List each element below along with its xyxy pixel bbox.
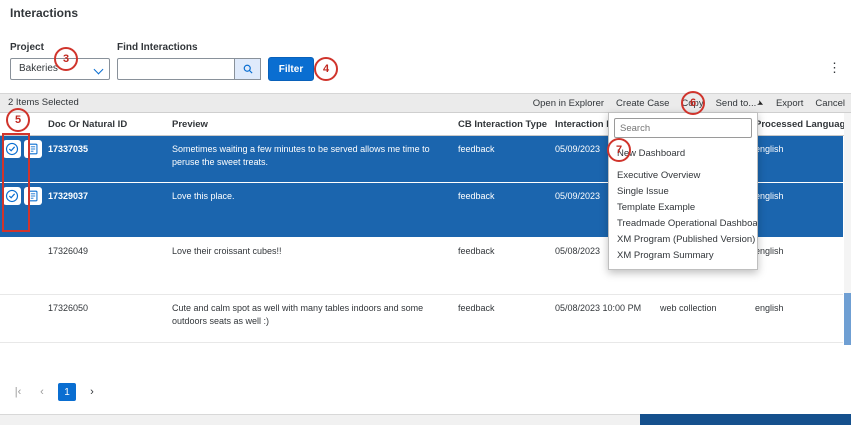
- row-icons: [3, 187, 42, 205]
- previous-page-button[interactable]: ‹: [34, 383, 50, 401]
- toolbar-actions: Open in Explorer Create Case Copy Send t…: [533, 94, 845, 112]
- row-icons: [3, 140, 42, 158]
- send-to-menu-search-input[interactable]: [614, 118, 752, 138]
- interactions-page: Interactions Project Bakeries Find Inter…: [0, 0, 851, 425]
- copy-button[interactable]: Copy: [681, 98, 703, 109]
- column-header-doc-id[interactable]: Doc Or Natural ID: [48, 119, 127, 130]
- menu-item-executive-overview[interactable]: Executive Overview: [609, 167, 757, 183]
- current-page-button[interactable]: 1: [58, 383, 76, 401]
- cursor-arrow-icon: ➤: [756, 98, 766, 109]
- search-icon: [242, 63, 254, 75]
- export-button[interactable]: Export: [776, 98, 803, 109]
- row-source: web collection: [660, 302, 750, 315]
- row-language: english: [755, 302, 841, 315]
- row-language: english: [755, 245, 841, 258]
- menu-item-xm-program-summary[interactable]: XM Program Summary: [609, 247, 757, 263]
- project-label: Project: [10, 42, 44, 53]
- row-doc-id: 17326049: [48, 245, 160, 258]
- row-interaction-date: 05/08/2023 10:00 PM: [555, 302, 655, 315]
- filter-bar: Project Bakeries Find Interactions Filte…: [0, 26, 851, 92]
- project-select-value: Bakeries: [19, 63, 58, 74]
- document-icon[interactable]: [24, 140, 42, 158]
- menu-item-single-issue[interactable]: Single Issue: [609, 183, 757, 199]
- row-language: english: [755, 190, 841, 203]
- find-interactions-label: Find Interactions: [117, 42, 198, 53]
- selected-count: 2 Items Selected: [8, 97, 79, 108]
- first-page-button[interactable]: |‹: [10, 383, 26, 401]
- row-doc-id: 17326050: [48, 302, 160, 315]
- page-title: Interactions: [10, 6, 78, 20]
- search-button[interactable]: [235, 58, 261, 80]
- row-interaction-type: feedback: [458, 245, 550, 258]
- overflow-menu-icon[interactable]: ⋮: [828, 56, 841, 80]
- send-to-button[interactable]: Send to...➤: [716, 98, 764, 109]
- row-interaction-type: feedback: [458, 302, 550, 315]
- send-to-menu: New Dashboard Executive Overview Single …: [608, 112, 758, 270]
- menu-item-treadmade-operational-dashboard[interactable]: Treadmade Operational Dashboard: [609, 215, 757, 231]
- send-to-menu-list: New Dashboard Executive Overview Single …: [609, 143, 757, 269]
- row-preview: Sometimes waiting a few minutes to be se…: [172, 143, 454, 168]
- cancel-button[interactable]: Cancel: [815, 98, 845, 109]
- chevron-down-icon: [94, 65, 104, 75]
- column-header-processed-language[interactable]: Processed Language: [755, 119, 851, 130]
- row-interaction-type: feedback: [458, 190, 550, 203]
- filter-button[interactable]: Filter: [268, 57, 314, 81]
- row-doc-id: 17337035: [48, 143, 160, 156]
- page-header: Interactions: [0, 0, 851, 27]
- row-interaction-type: feedback: [458, 143, 550, 156]
- menu-item-new-dashboard[interactable]: New Dashboard: [609, 145, 757, 161]
- next-page-button[interactable]: ›: [84, 383, 100, 401]
- footer-accent: [640, 414, 851, 425]
- menu-item-template-example[interactable]: Template Example: [609, 199, 757, 215]
- row-preview: Cute and calm spot as well with many tab…: [172, 302, 454, 327]
- selected-check-circle-icon[interactable]: [3, 187, 21, 205]
- scrollbar-thumb[interactable]: [844, 293, 851, 345]
- row-language: english: [755, 143, 841, 156]
- find-interactions-input[interactable]: [117, 58, 235, 80]
- create-case-button[interactable]: Create Case: [616, 98, 669, 109]
- column-header-preview[interactable]: Preview: [172, 119, 208, 130]
- project-select[interactable]: Bakeries: [10, 58, 110, 80]
- row-doc-id: 17329037: [48, 190, 160, 203]
- menu-item-xm-program-published[interactable]: XM Program (Published Version): [609, 231, 757, 247]
- open-in-explorer-button[interactable]: Open in Explorer: [533, 98, 604, 109]
- pagination: |‹ ‹ 1 ›: [10, 383, 100, 401]
- row-preview: Love this place.: [172, 190, 454, 203]
- selected-check-circle-icon[interactable]: [3, 140, 21, 158]
- document-icon[interactable]: [24, 187, 42, 205]
- column-header-interaction-type[interactable]: CB Interaction Type: [458, 119, 547, 130]
- row-preview: Love their croissant cubes!!: [172, 245, 454, 258]
- selection-toolbar: 2 Items Selected Open in Explorer Create…: [0, 93, 851, 113]
- table-row[interactable]: 17326050 Cute and calm spot as well with…: [0, 295, 843, 343]
